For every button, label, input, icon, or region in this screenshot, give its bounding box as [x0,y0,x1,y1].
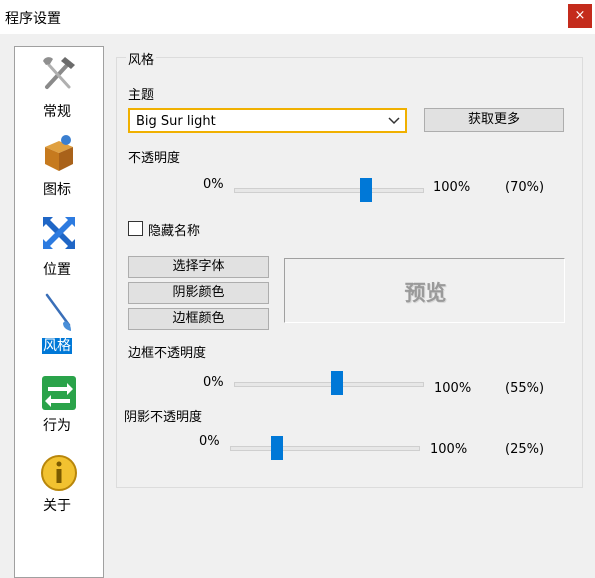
opacity-label: 不透明度 [128,151,181,166]
sidebar-item-label: 行为 [43,418,71,434]
sidebar-item-label: 常规 [43,104,71,120]
sidebar-item-label: 位置 [43,262,71,278]
border-opacity-max-label: 100% [434,381,472,396]
window-title: 程序设置 [5,11,61,27]
opacity-slider-track[interactable] [234,188,424,193]
info-icon [41,455,77,491]
shadow-opacity-value-label: (25%) [505,442,545,457]
chevron-down-icon [388,117,400,125]
sidebar-item-label: 关于 [43,498,71,514]
shadow-opacity-slider-thumb[interactable] [271,436,283,460]
box-icon [45,135,73,171]
select-font-button[interactable]: 选择字体 [128,256,269,278]
sidebar-item-general[interactable]: 常规 [15,53,103,131]
border-opacity-slider-track[interactable] [234,382,424,387]
border-opacity-value-label: (55%) [505,381,545,396]
sidebar-item-behavior[interactable]: 行为 [15,373,103,451]
get-more-button[interactable]: 获取更多 [424,108,564,132]
border-opacity-label: 边框不透明度 [128,346,207,361]
border-opacity-min-label: 0% [203,375,224,390]
sidebar-item-position[interactable]: 位置 [15,213,103,291]
hide-name-label: 隐藏名称 [148,224,201,239]
shadow-opacity-slider-track[interactable] [230,446,420,451]
sidebar-item-label: 风格 [42,338,72,354]
style-group-label: 风格 [126,49,157,68]
shadow-color-button[interactable]: 阴影颜色 [128,282,269,304]
border-opacity-slider-thumb[interactable] [331,371,344,395]
sidebar-item-style[interactable]: 风格 [15,293,103,371]
sidebar-item-icons[interactable]: 图标 [15,133,103,211]
sidebar: 常规 图标 位置 风格 行为 关于 [14,46,104,578]
theme-label: 主题 [128,88,155,103]
sidebar-item-about[interactable]: 关于 [15,453,103,531]
sidebar-item-label: 图标 [43,182,71,198]
preview-text: 预览 [404,281,447,305]
theme-select-value: Big Sur light [136,114,216,129]
opacity-slider-thumb[interactable] [359,178,372,202]
theme-select[interactable]: Big Sur light [128,108,407,133]
opacity-max-label: 100% [433,180,471,195]
opacity-min-label: 0% [203,177,224,192]
preview-box: 预览 [284,258,565,323]
title-bar: 程序设置 × [0,0,595,34]
opacity-value-label: (70%) [505,180,545,195]
move-arrows-icon [43,217,75,249]
close-button[interactable]: × [568,4,592,28]
shadow-opacity-label: 阴影不透明度 [124,410,203,425]
shadow-opacity-min-label: 0% [199,434,220,449]
hide-name-checkbox[interactable] [128,221,143,236]
brush-icon [45,293,71,331]
tools-icon [43,57,75,89]
border-color-button[interactable]: 边框颜色 [128,308,269,330]
shadow-opacity-max-label: 100% [430,442,468,457]
exchange-arrows-icon [42,376,76,410]
